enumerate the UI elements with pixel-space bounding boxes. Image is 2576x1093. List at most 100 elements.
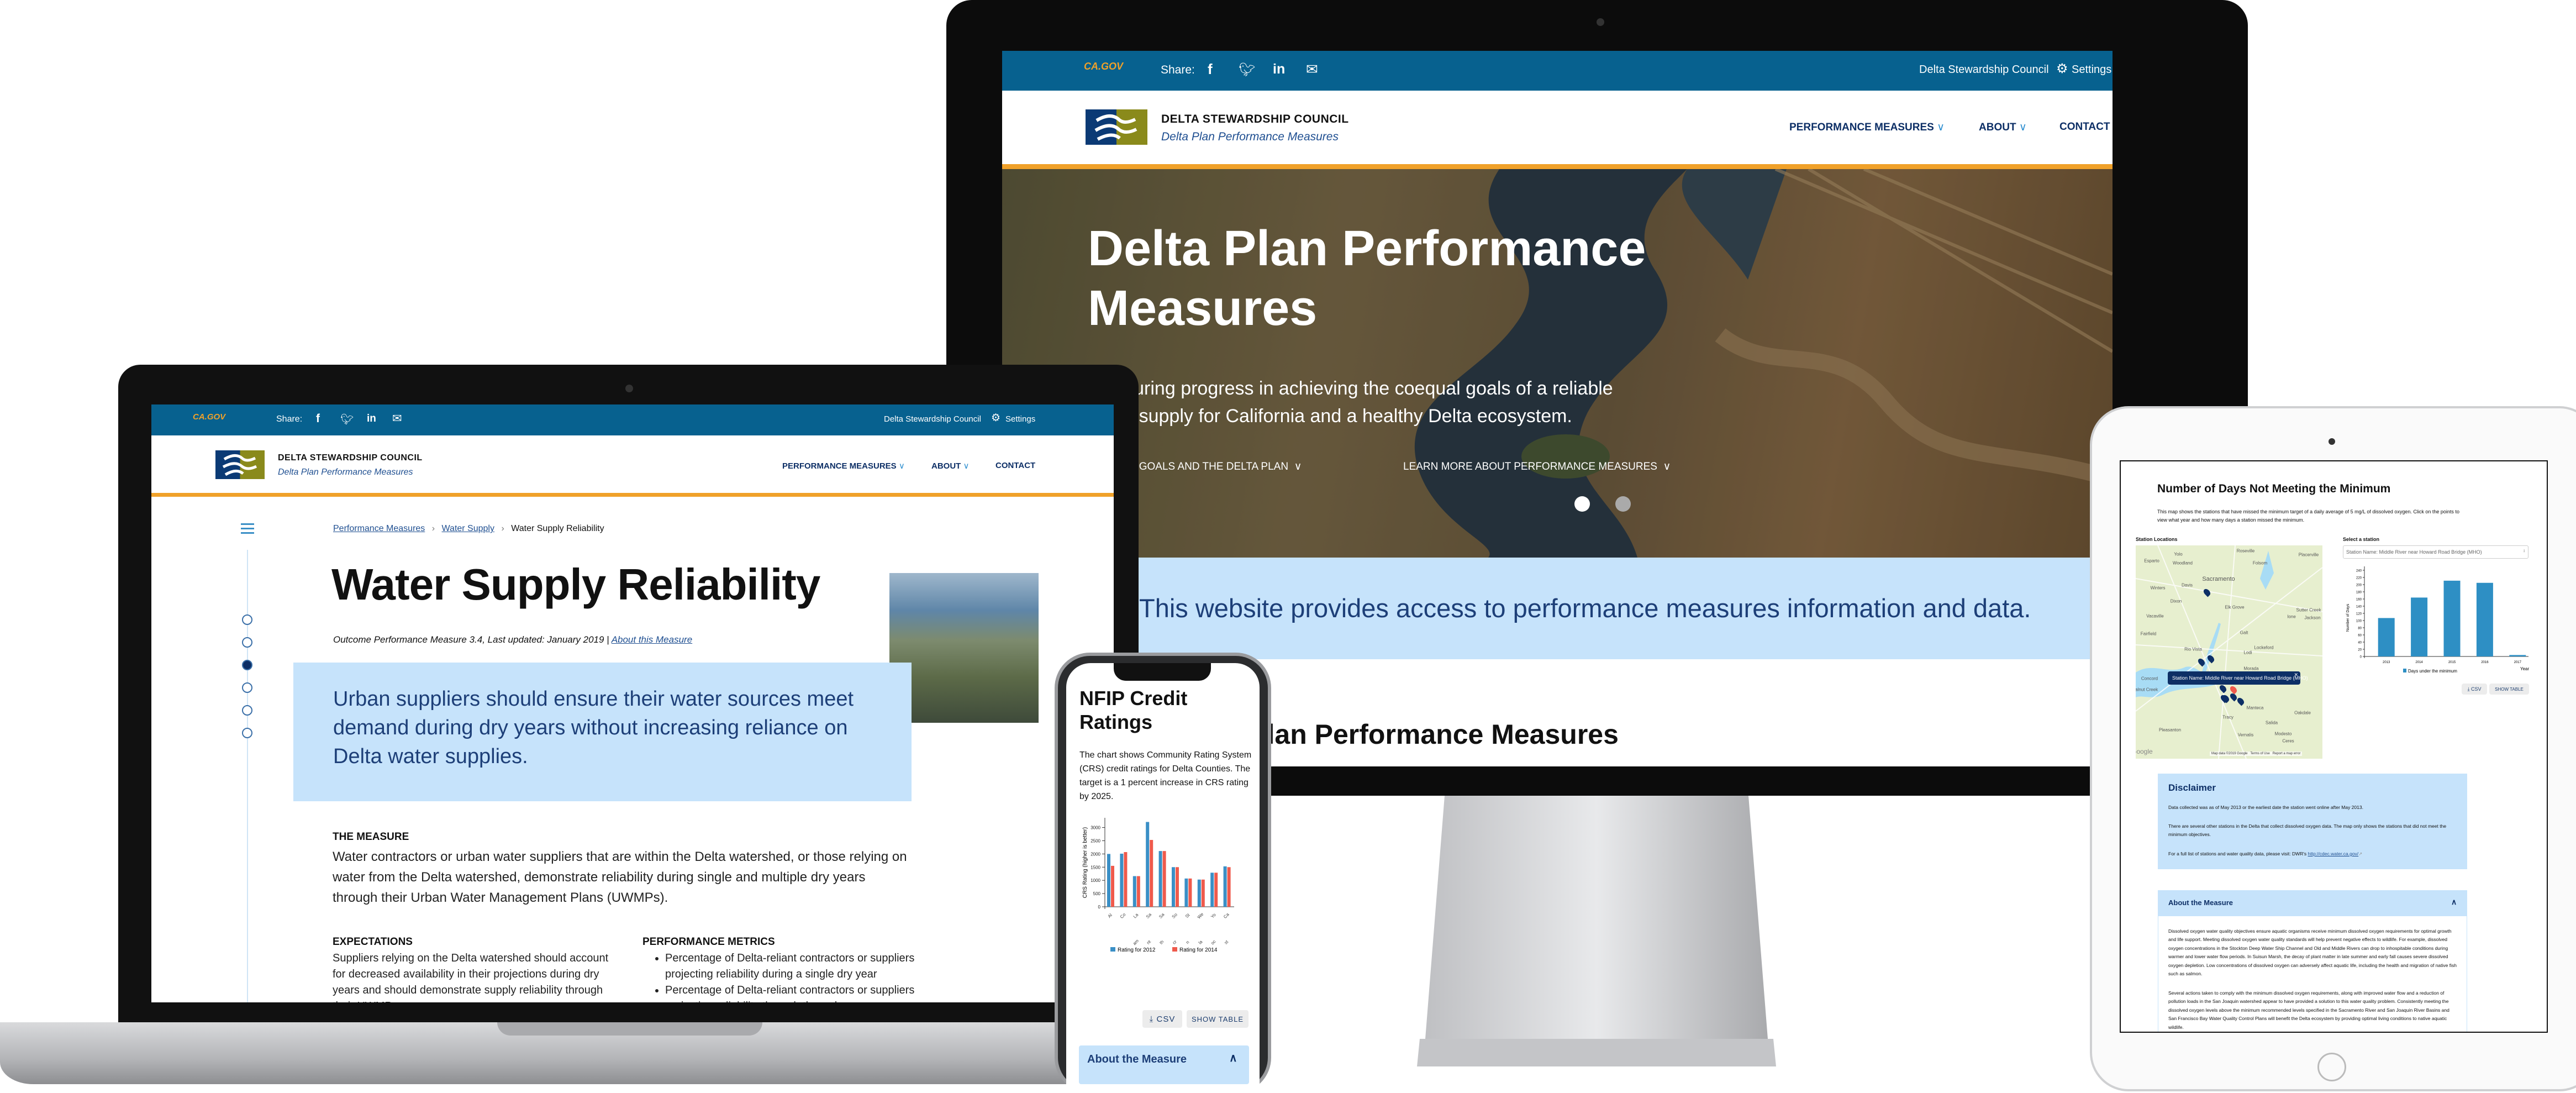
facebook-icon[interactable]: f [316, 412, 320, 425]
y-tick-label: 20 [2358, 649, 2362, 652]
legend-swatch-2014 [1172, 947, 1177, 952]
ca-gov-logo[interactable]: CA.GOV [1084, 61, 1123, 72]
nav-contact[interactable]: CONTACT [2059, 121, 2110, 133]
map-place-label: Lodi [2243, 650, 2252, 655]
chevron-right-icon: › [431, 524, 435, 533]
settings-link[interactable]: Settings [1005, 414, 1035, 424]
hero-image: Delta Plan Performance Measures Measurin… [1002, 169, 2113, 558]
map-place-label: Oakdale [2294, 710, 2311, 716]
gear-icon[interactable]: ⚙︎ [2056, 61, 2068, 77]
dsc-logo[interactable] [1086, 109, 1147, 145]
button-label: CSV [1156, 1014, 1176, 1024]
measure-heading: THE MEASURE [333, 831, 409, 843]
chart-description: The chart shows Community Rating System … [1079, 750, 1252, 801]
y-tick-label: 60 [2358, 634, 2362, 638]
map-place-label: Winters [2150, 585, 2166, 591]
facebook-icon[interactable]: f [1208, 61, 1213, 78]
about-measure-link[interactable]: About this Measure [612, 634, 692, 645]
intro-band: This website provides access to performa… [1002, 558, 2113, 659]
hero-subtitle: Measuring progress in achieving the coeq… [1088, 378, 1613, 427]
x-tick-label: Sa [1158, 912, 1166, 919]
station-map[interactable]: Roseville Yolo Placerville Esparto Woodland F… [2136, 545, 2322, 759]
twitter-icon[interactable]: 🐦︎ [1239, 62, 1255, 78]
dsc-logo[interactable] [215, 450, 265, 479]
map-attribution: Map data ©2019 Google Terms of Use Repor… [2210, 752, 2303, 756]
side-nav-dot[interactable] [242, 682, 252, 693]
bar-2012 [1146, 822, 1150, 907]
hero-link-performance-measures[interactable]: LEARN MORE ABOUT PERFORMANCE MEASURES ∨ [1403, 460, 1671, 473]
map-place-label: Salida [2265, 720, 2278, 726]
nav-performance-measures[interactable]: PERFORMANCE MEASURES ∨ [1789, 121, 1945, 134]
linkedin-icon[interactable]: in [1273, 61, 1285, 77]
chart-title: Number of Days Not Meeting the Minimum [2157, 482, 2391, 495]
settings-link[interactable]: Settings [2072, 64, 2111, 76]
email-icon[interactable]: ✉︎ [392, 412, 402, 425]
side-nav-dot[interactable] [242, 705, 252, 716]
side-nav-dot[interactable] [242, 728, 252, 738]
map-place-label: Sutter Creek [2296, 607, 2321, 613]
nav-performance-measures[interactable]: PERFORMANCE MEASURES ∨ [782, 461, 905, 471]
measure-text: Water contractors or urban water supplie… [333, 849, 907, 905]
phone-notch [1114, 663, 1211, 681]
quote-box: Urban suppliers should ensure their wate… [293, 663, 912, 801]
y-tick-label: 200 [2356, 584, 2362, 587]
bar-2014 [1124, 852, 1128, 907]
side-nav-dot[interactable] [242, 614, 252, 625]
double-chevron-down-icon: ∨ [1294, 461, 1302, 472]
accent-stripe [1002, 164, 2113, 169]
bar-2014 [1111, 865, 1114, 907]
bar-2014 [1162, 851, 1166, 907]
disclaimer-title: Disclaimer [2168, 782, 2216, 793]
org-link[interactable]: Delta Stewardship Council [884, 414, 981, 424]
csv-download-button[interactable]: ⤓ CSV [2462, 684, 2487, 695]
menu-icon[interactable] [241, 523, 254, 534]
x-tick-label: 2013 [2383, 661, 2390, 664]
y-tick-label: 40 [2358, 642, 2362, 645]
carousel-dot[interactable] [1615, 496, 1631, 512]
ca-gov-logo[interactable]: CA.GOV [193, 412, 225, 422]
map-place-label: Fairfield [2140, 631, 2157, 637]
linkedin-icon[interactable]: in [367, 413, 376, 425]
y-tick-label: 160 [2356, 598, 2362, 602]
email-icon[interactable]: ✉︎ [1306, 61, 1318, 78]
side-nav-dot-active[interactable] [242, 660, 252, 670]
side-nav-dot[interactable] [242, 637, 252, 648]
home-button[interactable] [2317, 1053, 2346, 1081]
map-popup: Station Name: Middle River near Howard R… [2168, 671, 2308, 685]
carousel-dot-active[interactable] [1574, 496, 1590, 512]
station-select[interactable]: Station Name: Middle River near Howard R… [2343, 545, 2528, 559]
popup-text: Station Name: Middle River near Howard R… [2172, 675, 2308, 681]
bar-2012 [1158, 851, 1162, 907]
accordion-header[interactable]: About the Measure ∧ [2158, 891, 2467, 916]
x-tick-label: 2016 [2481, 661, 2489, 664]
map-place-label: Roseville [2236, 548, 2255, 554]
gear-icon[interactable]: ⚙︎ [991, 412, 1000, 424]
camera-icon [625, 385, 633, 392]
org-link[interactable]: Delta Stewardship Council [1919, 64, 2049, 76]
about-measure-accordion[interactable]: About the Measure ∧ [1079, 1045, 1249, 1084]
report-error-link[interactable]: Report a map error [2273, 752, 2301, 755]
breadcrumb-link[interactable]: Performance Measures [333, 524, 425, 533]
accent-stripe [151, 493, 1114, 497]
close-icon[interactable]: ✕ [2294, 672, 2298, 678]
map-place-label: Walnut Creek [2136, 687, 2158, 692]
show-table-button[interactable]: SHOW TABLE [1187, 1010, 1249, 1028]
nav-about[interactable]: ABOUT ∨ [1979, 121, 2027, 134]
show-table-button[interactable]: SHOW TABLE [2489, 684, 2529, 695]
map-place-label: Esparto [2144, 558, 2159, 564]
chevron-down-icon: ∨ [963, 461, 970, 471]
nav-about[interactable]: ABOUT ∨ [931, 461, 969, 471]
breadcrumb-link[interactable]: Water Supply [442, 524, 494, 533]
x-tick-label: La [1132, 912, 1140, 919]
chevron-up-icon: ∧ [1229, 1052, 1237, 1064]
terms-link[interactable]: Terms of Use [2250, 752, 2269, 755]
twitter-icon[interactable]: 🐦︎ [340, 413, 354, 426]
y-tick-label: 1000 [1091, 878, 1100, 883]
metrics-heading: PERFORMANCE METRICS [642, 936, 775, 948]
crs-bar-chart: 0 500 1000 1500 2000 2500 3000CRS Rating (high… [1082, 818, 1234, 953]
accordion-title: About the Measure [2168, 898, 2233, 907]
nav-contact[interactable]: CONTACT [995, 461, 1035, 470]
select-label: Select a station [2343, 537, 2380, 542]
csv-download-button[interactable]: ⤓ CSV [1142, 1010, 1182, 1028]
cdec-link[interactable]: http://cdec.water.ca.gov/ [2308, 851, 2359, 856]
